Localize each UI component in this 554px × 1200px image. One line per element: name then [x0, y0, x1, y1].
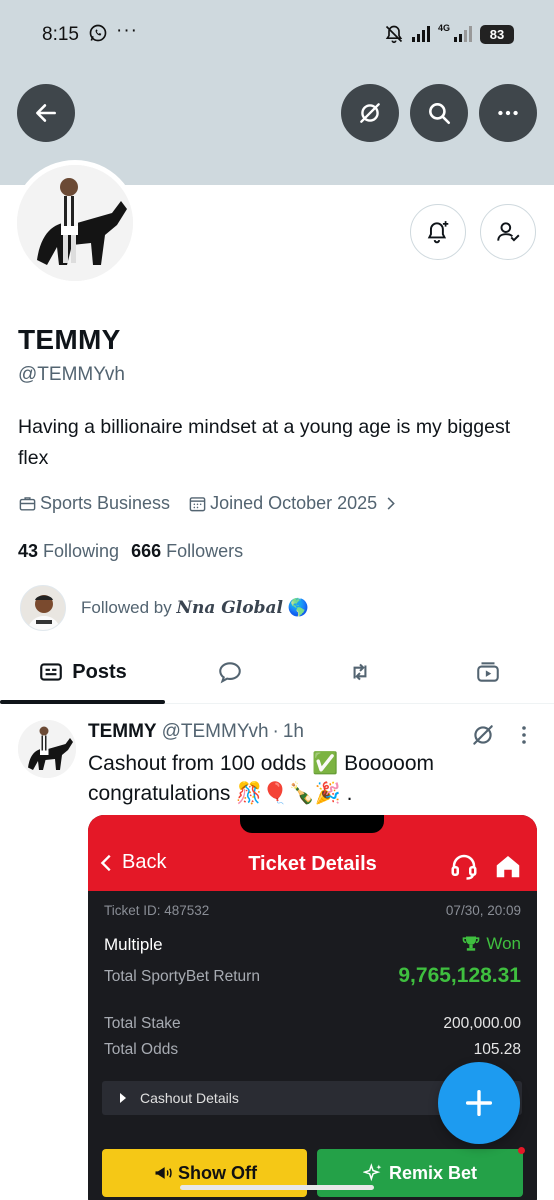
followed-by-emoji: 🌎 — [287, 598, 309, 617]
category-label: Sports Business — [40, 493, 171, 513]
reply-icon — [219, 662, 241, 684]
post-text: Cashout from 100 odds ✅ Booooom congratu… — [88, 749, 528, 809]
grok-icon — [360, 103, 380, 123]
signal-icon — [411, 26, 430, 42]
bell-muted-icon — [385, 25, 403, 44]
post-text-line1: Cashout from 100 odds ✅ Booooom — [88, 752, 435, 775]
post-header: TEMMY @TEMMYvh · 1h — [88, 721, 304, 743]
post-author-name[interactable]: TEMMY — [88, 721, 157, 743]
bet-status-label: Won — [486, 934, 521, 953]
ticket-header: Back Ticket Details — [88, 815, 537, 891]
bell-plus-icon — [427, 221, 449, 244]
phone-notch — [240, 815, 384, 833]
arrow-left-icon — [36, 104, 56, 122]
post-text-line2: congratulations 🎊🎈🍾🎉 . — [88, 782, 353, 805]
followers-label: Followers — [166, 541, 244, 561]
back-button[interactable] — [17, 84, 75, 142]
video-icon — [477, 662, 499, 682]
plus-icon — [465, 1089, 493, 1117]
home-icon — [496, 856, 520, 878]
notification-dot — [518, 1147, 525, 1154]
post-avatar[interactable] — [18, 720, 76, 778]
followed-by-prefix: Followed by — [81, 598, 172, 617]
stake-value: 200,000.00 — [443, 1015, 521, 1032]
odds-value: 105.28 — [473, 1041, 521, 1058]
remix-bet-label: Remix Bet — [388, 1162, 478, 1183]
profile-meta: Sports Business Joined October 2025 — [18, 493, 421, 514]
profile-avatar[interactable] — [12, 160, 138, 286]
tab-replies[interactable] — [190, 640, 270, 704]
status-time: 8:15 — [42, 24, 79, 45]
notifications-subscribe-button[interactable] — [410, 204, 466, 260]
bet-status: Won — [460, 934, 521, 954]
more-options-button[interactable] — [479, 84, 537, 142]
more-horizontal-icon — [498, 110, 518, 116]
chevron-right-icon — [387, 497, 395, 510]
stake-label: Total Stake — [104, 1015, 181, 1032]
grok-icon[interactable] — [470, 722, 496, 748]
search-icon — [429, 103, 451, 125]
compose-post-button[interactable] — [438, 1062, 520, 1144]
joined-item[interactable]: Joined October 2025 — [188, 493, 403, 514]
ticket-id: Ticket ID: 487532 — [104, 903, 210, 918]
follow-stats: 43 Following 666 Followers — [18, 541, 255, 562]
tab-media[interactable] — [448, 640, 528, 704]
trophy-icon — [463, 936, 480, 951]
post-time: 1h — [282, 721, 304, 742]
followed-by-text: Followed by Nna Global 🌎 — [81, 598, 309, 618]
sparkle-icon — [362, 1163, 382, 1182]
following-link[interactable]: 43 Following — [18, 541, 119, 562]
follower-avatar — [20, 585, 66, 631]
user-handle: @TEMMYvh — [18, 364, 125, 385]
search-button[interactable] — [410, 84, 468, 142]
follower-avatar-image — [21, 586, 65, 630]
network-label: 4G — [437, 23, 450, 33]
cashout-details-label: Cashout Details — [140, 1090, 239, 1106]
following-count: 43 — [18, 541, 39, 561]
status-more-notifications: ··· — [116, 20, 138, 41]
caret-right-icon — [120, 1093, 126, 1103]
headset-icon — [451, 854, 477, 880]
followed-by-name: Nna Global — [176, 598, 283, 618]
followed-by-row[interactable]: Followed by Nna Global 🌎 — [20, 585, 309, 631]
joined-label: Joined October 2025 — [210, 493, 378, 513]
followers-count: 666 — [131, 541, 162, 561]
more-vertical-icon[interactable] — [516, 724, 532, 746]
post-author-handle[interactable]: @TEMMYvh — [162, 721, 269, 743]
post-separator: · — [272, 721, 279, 742]
post-avatar-image — [18, 720, 76, 778]
tab-posts[interactable]: Posts — [0, 640, 165, 704]
return-label: Total SportyBet Return — [104, 968, 260, 985]
odds-label: Total Odds — [104, 1041, 179, 1058]
home-indicator[interactable] — [180, 1185, 374, 1190]
show-off-label: Show Off — [178, 1162, 257, 1183]
battery-icon: 83 — [480, 24, 514, 44]
tab-reposts[interactable] — [320, 640, 400, 704]
grok-button[interactable] — [341, 84, 399, 142]
bet-type: Multiple — [104, 935, 163, 954]
following-button[interactable] — [480, 204, 536, 260]
posts-icon — [40, 663, 63, 681]
following-label: Following — [43, 541, 120, 561]
calendar-icon — [189, 497, 206, 512]
display-name: TEMMY — [18, 324, 121, 355]
signal-icon-secondary — [454, 26, 472, 42]
whatsapp-icon — [89, 24, 107, 42]
avatar-image — [17, 165, 133, 281]
tab-posts-label: Posts — [72, 660, 127, 683]
followers-link[interactable]: 666 Followers — [131, 541, 243, 562]
status-bar: 8:15 ··· 4G 83 — [0, 0, 554, 68]
profile-bio: Having a billionaire mindset at a young … — [18, 416, 511, 469]
briefcase-icon — [19, 497, 36, 511]
profile-tabs: Posts — [0, 640, 554, 704]
category-item: Sports Business — [18, 493, 170, 514]
megaphone-icon — [155, 1167, 172, 1179]
ticket-date: 07/30, 20:09 — [445, 903, 521, 918]
return-value: 9,765,128.31 — [398, 964, 521, 987]
tab-active-indicator — [0, 700, 165, 704]
person-check-icon — [497, 222, 520, 242]
repost-icon — [353, 663, 367, 681]
